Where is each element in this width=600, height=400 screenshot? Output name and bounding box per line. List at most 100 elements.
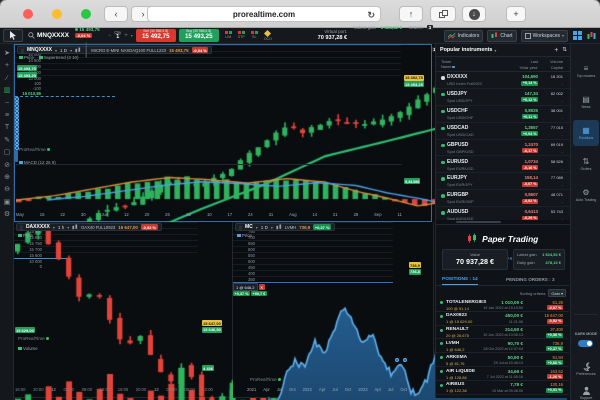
instrument-row[interactable]: EURJPYSpot EUR/JPY158,14-0,07 %77 089-15… <box>436 173 571 190</box>
screenshot-tool[interactable]: ▣ <box>0 197 14 208</box>
instrument-last: 147,34 <box>525 91 538 96</box>
chart-style-icon[interactable] <box>276 224 282 231</box>
ticker-dropdown[interactable]: MC <box>245 224 253 230</box>
prorealtime-logo-icon[interactable] <box>587 27 596 45</box>
timeframe-dropdown[interactable]: 1 D <box>60 48 67 53</box>
main-chart-header[interactable]: ⣿ MNQXXXX▾ 1 D▾ | MICRO E-MINI NASDAQ100… <box>17 46 212 54</box>
instruments-title[interactable]: Popular instruments <box>440 47 492 53</box>
chart-button[interactable]: Chart <box>487 30 516 42</box>
add-instrument-icon[interactable]: + <box>554 47 558 54</box>
timeframe-dropdown[interactable]: 1 h <box>58 225 64 230</box>
rail-item-orders[interactable]: ⇅Orders <box>573 151 599 177</box>
portfolio-value: 70 937,28 € <box>443 257 507 266</box>
eraser-tool[interactable]: ⊘ <box>0 160 14 171</box>
close-window-button[interactable] <box>23 9 33 19</box>
drag-handle-icon[interactable]: ⣿ <box>239 225 242 230</box>
workspaces-button[interactable]: Workspaces▾ <box>521 30 568 42</box>
order-type-oco[interactable]: OCO <box>264 30 272 41</box>
grid-layout-icon[interactable] <box>573 31 582 40</box>
zoom-in-tool[interactable]: ⊕ <box>0 172 14 183</box>
minimize-window-button[interactable] <box>52 9 62 19</box>
qty-minus-button[interactable]: − <box>108 33 112 39</box>
buy-button[interactable]: Buy (30 986,5 $)15 493,25 <box>179 29 219 42</box>
position-row[interactable]: AIRBUS7,78 €130,161 @ 122,3810 Mar at 09… <box>436 381 569 395</box>
back-button[interactable]: ‹ <box>104 6 128 22</box>
pointer-mode-button[interactable] <box>3 29 23 42</box>
rail-item-news[interactable]: ▤News <box>573 89 599 115</box>
timeframe-dropdown[interactable]: 1 D <box>261 225 268 230</box>
lvmh-chart-panel[interactable]: ⣿ MC▾ 1 D▾ LVMH 736,9 +0,37 % Price ProR… <box>233 222 434 398</box>
rail-item-auto-trading[interactable]: ⚙Auto Trading <box>573 182 599 208</box>
ticker-dropdown[interactable]: MNQXXXX <box>27 47 52 53</box>
sort-icon[interactable]: ⇅ <box>562 47 567 53</box>
position-row[interactable]: RENAULT214,50 €37,40020 @ 26,67510 Jun 2… <box>436 326 569 340</box>
order-type-lim[interactable]: LIM <box>225 30 232 41</box>
position-entry: 1 @ 122,38 <box>446 388 467 393</box>
instrument-row[interactable]: EURGBPSpot EUR/GBP0,8607-0,02 %48 071-0,… <box>436 190 571 207</box>
dax-chart-panel[interactable]: ⣿ DAXXXXX▾ 1 h▾ DAX40 FULL0923 15 647,00… <box>14 222 233 398</box>
main-chart-panel[interactable]: ⣿ MNQXXXX▾ 1 D▾ | MICRO E-MINI NASDAQ100… <box>14 44 432 222</box>
rail-item-top-movers[interactable]: ≡Top movers <box>573 58 599 84</box>
chart-settings-tool[interactable]: ⚙ <box>0 209 14 220</box>
position-row[interactable]: ARKEMA50,90 €91,945 @ 81,7629 Jul at 15:… <box>436 353 569 367</box>
instrument-row[interactable]: USDJPYSpot USD/JPY147,34+0,12 %82 002-14… <box>436 89 571 106</box>
chart-style-icon[interactable] <box>72 224 78 231</box>
order-type-sl[interactable]: SL <box>251 30 258 41</box>
sorting-controls[interactable]: Sorting criteria Gain ▾ <box>520 289 566 297</box>
qty-plus-button[interactable]: + <box>124 33 128 39</box>
annotation-tool[interactable]: ✎ <box>0 135 14 146</box>
tab-pending-orders[interactable]: PENDING ORDERS : 3 <box>506 277 555 282</box>
lvmh-chart-header[interactable]: ⣿ MC▾ 1 D▾ LVMH 736,9 +0,37 % <box>235 223 335 231</box>
order-type-stp[interactable]: STP <box>238 30 245 41</box>
search-input[interactable]: MNQXXXX <box>37 32 69 39</box>
instrument-search[interactable]: MNQXXXX <box>28 28 69 44</box>
instrument-row[interactable]: USDCADSpot USD/CAD1,3557+0,04 %77 015-1,… <box>436 123 571 140</box>
crosshair-tool[interactable]: + <box>0 60 14 71</box>
address-bar[interactable]: prorealtime.com ↻ <box>147 6 381 22</box>
zoom-out-tool[interactable]: ⊖ <box>0 184 14 195</box>
instrument-row[interactable]: USDCHFSpot USD/CHF0,8925+0,11 %38 001-0,… <box>436 106 571 123</box>
instrument-row[interactable]: EURUSDSpot EUR/USD1,0734-0,16 %58 526-1,… <box>436 157 571 174</box>
chart-scroll-icon[interactable] <box>395 358 399 362</box>
instruments-column-headers[interactable]: TickerName Last%Var yest. VolumeCapital … <box>436 57 571 72</box>
trendline-tool[interactable]: ∕ <box>0 73 14 84</box>
drag-handle-icon[interactable]: ⣿ <box>21 48 24 53</box>
chart-style-icon[interactable] <box>75 47 81 54</box>
ticker-dropdown[interactable]: DAXXXXX <box>26 224 50 230</box>
position-row[interactable]: LVMH90,70 €736,91 @ 646,228 Oct 2022 at … <box>436 339 569 353</box>
position-row[interactable]: TOTALENERGIES1 010,00 €61,26100 @ 51,141… <box>436 298 569 312</box>
sort-dropdown[interactable]: Gain ▾ <box>548 289 566 297</box>
drag-handle-icon[interactable]: ⣿ <box>20 225 23 230</box>
dark-mode-toggle[interactable] <box>578 340 593 347</box>
panel-divider[interactable] <box>16 164 402 165</box>
preferences-button[interactable]: Preferences <box>573 356 599 382</box>
sell-button[interactable]: Sell (30 985,5 $)15 492,75 <box>136 29 176 42</box>
instrument-row[interactable]: DXXXXXUSD Index Full0923104,690+0,14 %18… <box>436 72 571 89</box>
indicators-button[interactable]: Indicators <box>444 30 484 42</box>
chart-zoom-icon[interactable] <box>403 358 407 362</box>
position-row[interactable]: AIR LIQUIDE34,66 €163,521 @ 128,867 Jul … <box>436 367 569 381</box>
qty-value[interactable]: 1 <box>116 35 119 40</box>
shapes-tool[interactable]: ▢ <box>0 147 14 158</box>
pointer-tool[interactable]: ➤ <box>0 48 14 59</box>
support-button[interactable]: Support <box>573 380 599 400</box>
position-name: AIRBUS <box>446 382 464 387</box>
text-tool[interactable]: T <box>0 122 14 133</box>
instrument-row[interactable]: GBPUSDSpot GBP/USD1,2470-0,17 %69 019-1,… <box>436 140 571 157</box>
rail-item-positions[interactable]: ▦Positions <box>573 120 599 146</box>
dax-chart-header[interactable]: ⣿ DAXXXXX▾ 1 h▾ DAX40 FULL0923 15 647,00… <box>16 223 162 231</box>
new-tab-button[interactable]: + <box>506 6 526 22</box>
instrument-var-badge: -0,16 % <box>522 165 538 170</box>
qty-caret-icon[interactable]: ▾ <box>131 33 133 38</box>
chevron-down-icon[interactable]: ▾ <box>494 48 496 53</box>
tab-positions[interactable]: POSITIONS : 14 <box>442 277 478 285</box>
fibonacci-tool[interactable]: ≡ <box>0 110 14 121</box>
instruments-header[interactable]: Popular instruments ▾ + ⇅ <box>436 44 571 57</box>
quantity-stepper[interactable]: − Qty 1 + ▾ <box>108 28 133 44</box>
header-price: 15 493,75 <box>169 48 189 53</box>
buy-sell-tool[interactable]: ▥ <box>0 85 14 96</box>
position-row[interactable]: DAX0923450,00 €15 647,001 @ 15 629,0011:… <box>436 312 569 326</box>
horizontal-line-tool[interactable]: − <box>0 98 14 109</box>
downloads-button[interactable]: ↓ <box>462 6 486 22</box>
zoom-window-button[interactable] <box>81 9 91 19</box>
